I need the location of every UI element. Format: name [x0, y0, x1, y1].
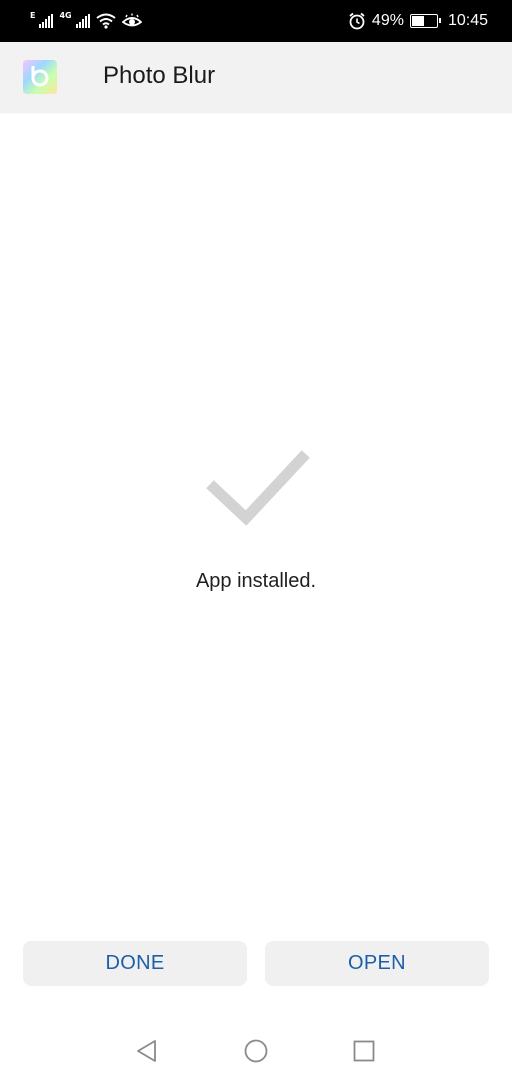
recents-icon[interactable] — [351, 1038, 377, 1064]
back-icon[interactable] — [134, 1038, 160, 1064]
status-left-group: E 4G — [30, 10, 142, 29]
signal-icon-2 — [75, 14, 90, 28]
app-header: Photo Blur — [0, 42, 512, 112]
network-type-label-2: 4G — [59, 10, 72, 20]
home-icon[interactable] — [243, 1038, 269, 1064]
app-logo-glyph — [31, 66, 49, 87]
open-button[interactable]: OPEN — [265, 941, 489, 986]
done-button[interactable]: DONE — [23, 941, 247, 986]
status-right-group: 49% 10:45 — [348, 12, 488, 30]
eye-comfort-icon — [121, 13, 142, 27]
battery-level-fill — [411, 16, 424, 26]
checkmark-icon — [206, 450, 310, 526]
install-status-message: App installed. — [195, 570, 317, 592]
battery-percent: 49% — [371, 12, 404, 29]
alarm-icon — [349, 12, 365, 30]
signal-icon — [39, 14, 54, 28]
photo-blur-app-icon — [23, 60, 57, 94]
network-type-label: E — [30, 10, 36, 20]
battery-charging-icon — [409, 14, 441, 28]
navigation-bar — [0, 1022, 512, 1082]
status-bar: E 4G 49% 10:45 — [0, 0, 512, 42]
clock-time: 10:45 — [447, 12, 488, 29]
app-title: Photo Blur — [103, 62, 216, 89]
wifi-icon — [95, 13, 116, 29]
